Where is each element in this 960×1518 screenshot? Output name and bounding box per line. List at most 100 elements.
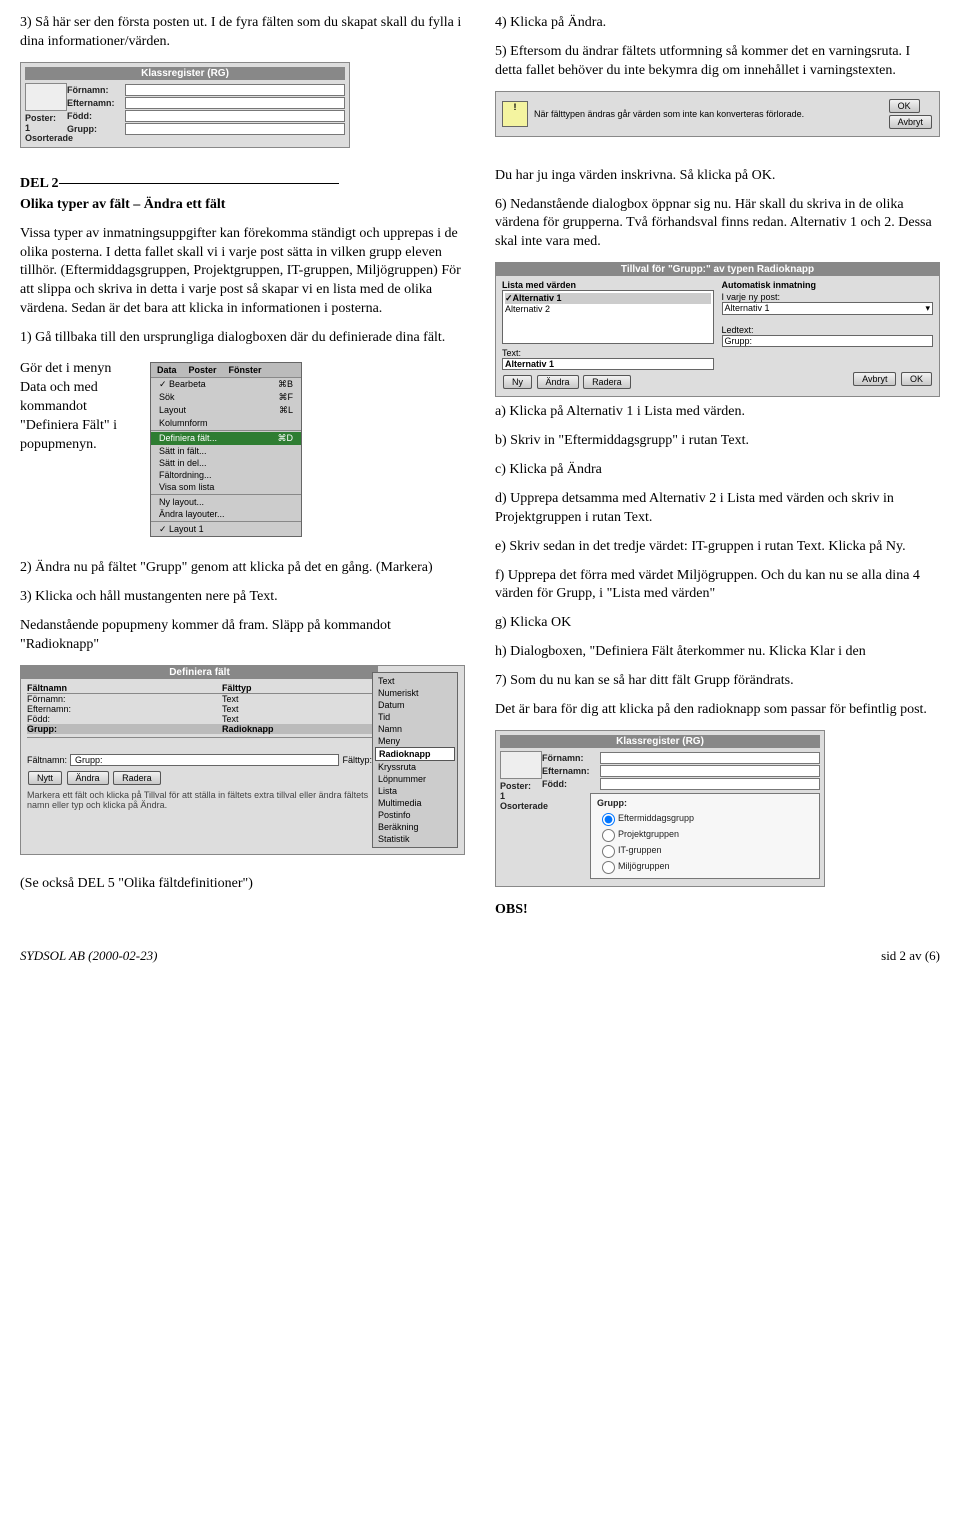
klassregister-screenshot-1: Klassregister (RG) Poster: 1 Osorterade … [20,62,350,148]
ok-button-2[interactable]: OK [901,372,932,386]
field2-efternamn-input[interactable] [600,765,820,777]
popup-meny[interactable]: Meny [375,735,455,747]
popup-postinfo[interactable]: Postinfo [375,809,455,821]
menu-tab-data[interactable]: Data [151,363,183,377]
warning-icon: ! [502,101,528,127]
ledtext-label: Ledtext: [722,325,934,335]
poster-value-2: 1 [500,791,542,801]
field2-efternamn-label: Efternamn: [542,766,600,776]
poster-label-2: Poster: [500,781,542,791]
radio-miljo[interactable]: Miljögruppen [597,858,813,874]
step-1-text: 1) Gå tillbaka till den ursprungliga dia… [20,329,465,348]
col-faltnamn: Fältnamn [27,683,222,693]
step-6-text: 6) Nedanstående dialogbox öppnar sig nu.… [495,196,940,253]
popup-kryssruta[interactable]: Kryssruta [375,761,455,773]
popup-lopnummer[interactable]: Löpnummer [375,773,455,785]
step-popup-text: Nedanstående popupmeny kommer då fram. S… [20,617,465,655]
window-title: Klassregister (RG) [25,67,345,80]
step-3-text: 3) Så här ser den första posten ut. I de… [20,14,465,52]
menu-item-bearbeta[interactable]: ✓ Bearbeta⌘B [151,378,301,391]
radera-button-2[interactable]: Radera [583,375,631,389]
sort-status-2: Osorterade [500,801,542,811]
radio-projekt[interactable]: Projektgruppen [597,826,813,842]
field-fornamn-input[interactable] [125,84,345,96]
field2-fornamn-input[interactable] [600,752,820,764]
avbryt-button-2[interactable]: Avbryt [853,372,896,386]
definiera-falt-dialog: Definiera fält Fältnamn Fälttyp Förnamn:… [20,665,465,855]
step-b-text: b) Skriv in "Eftermiddagsgrupp" i rutan … [495,432,940,451]
falttyp-popup: Text Numeriskt Datum Tid Namn Meny Radio… [372,672,458,848]
step-5-text: 5) Eftersom du ändrar fältets utformning… [495,43,940,81]
field2-fodd-input[interactable] [600,778,820,790]
del2-intro: Vissa typer av inmatningsuppgifter kan f… [20,225,465,319]
radio-it[interactable]: IT-gruppen [597,842,813,858]
ok-button[interactable]: OK [889,99,920,113]
step-3b-text: 3) Klicka och håll mustangenten nere på … [20,588,465,607]
popup-namn[interactable]: Namn [375,723,455,735]
popup-radioknapp[interactable]: Radioknapp [375,747,455,761]
popup-statistik[interactable]: Statistik [375,833,455,845]
menu-item-ny-layout[interactable]: Ny layout... [151,496,301,508]
menu-item-andra-layouter[interactable]: Ändra layouter... [151,508,301,520]
menu-tab-fonster[interactable]: Fönster [223,363,268,377]
menu-instruction: Gör det i menyn Data och med kommandot "… [20,360,140,531]
tillval-dialog: Tillval för "Grupp:" av typen Radioknapp… [495,262,940,397]
step-d-text: d) Upprepa detsamma med Alternativ 2 i L… [495,490,940,528]
lista-listbox[interactable]: ✓Alternativ 1 Alternativ 2 [502,290,714,344]
menu-item-satt-in-del[interactable]: Sätt in del... [151,457,301,469]
avbryt-button[interactable]: Avbryt [889,115,932,129]
del2-heading: DEL 2 [20,176,465,192]
popup-numeriskt[interactable]: Numeriskt [375,687,455,699]
row-fornamn[interactable]: Förnamn:Text [27,694,372,704]
step-4-text: 4) Klicka på Ändra. [495,14,940,33]
popup-lista[interactable]: Lista [375,785,455,797]
warning-message: När fälttypen ändras går värden som inte… [534,109,888,119]
row-grupp-selected[interactable]: Grupp:Radioknapp [27,724,372,734]
dialog-title: Definiera fält [21,666,378,679]
menu-item-layout1[interactable]: ✓ Layout 1 [151,523,301,536]
menu-item-sok[interactable]: Sök⌘F [151,391,301,404]
nytt-button[interactable]: Nytt [28,771,62,785]
grupp-label-2: Grupp: [597,798,813,808]
text-input[interactable]: Alternativ 1 [502,358,714,370]
tillval-title: Tillval för "Grupp:" av typen Radioknapp [496,263,939,276]
popup-tid[interactable]: Tid [375,711,455,723]
footer-right: sid 2 av (6) [881,948,940,964]
field-fodd-label: Född: [67,111,125,121]
field-fornamn-label: Förnamn: [67,85,125,95]
step-e-text: e) Skriv sedan in det tredje värdet: IT-… [495,538,940,557]
menu-item-visa-lista[interactable]: Visa som lista [151,481,301,493]
menu-item-satt-in-falt[interactable]: Sätt in fält... [151,445,301,457]
menu-tab-poster[interactable]: Poster [183,363,223,377]
andra-button-2[interactable]: Ändra [537,375,579,389]
grupp-radio-box: Grupp: Eftermiddagsgrupp Projektgruppen … [590,793,820,879]
popup-berakning[interactable]: Beräkning [375,821,455,833]
faltnamn-input[interactable]: Grupp: [70,754,339,766]
see-also-del5: (Se också DEL 5 "Olika fältdefinitioner"… [20,875,465,894]
field-efternamn-input[interactable] [125,97,345,109]
row-fodd[interactable]: Född:Text [27,714,372,724]
menu-item-faltordning[interactable]: Fältordning... [151,469,301,481]
menu-item-definiera-falt[interactable]: Definiera fält...⌘D [151,432,301,445]
andra-button[interactable]: Ändra [67,771,109,785]
menu-item-layout[interactable]: Layout⌘L [151,404,301,417]
step-2-text: 2) Ändra nu på fältet "Grupp" genom att … [20,559,465,578]
ivarje-select[interactable]: Alternativ 1▾ [722,302,934,315]
field-fodd-input[interactable] [125,110,345,122]
radio-eftermiddag[interactable]: Eftermiddagsgrupp [597,810,813,826]
faltnamn-label: Fältnamn: [27,755,67,765]
dialog-hint: Markera ett fält och klicka på Tillval f… [27,790,372,810]
step-c-text: c) Klicka på Ändra [495,461,940,480]
ledtext-input[interactable]: Grupp: [722,335,934,347]
row-efternamn[interactable]: Efternamn:Text [27,704,372,714]
radera-button[interactable]: Radera [113,771,161,785]
del2-subheading: Olika typer av fält – Ändra ett fält [20,196,465,215]
popup-multimedia[interactable]: Multimedia [375,797,455,809]
popup-datum[interactable]: Datum [375,699,455,711]
menu-item-kolumnform[interactable]: Kolumnform [151,417,301,429]
ny-button[interactable]: Ny [503,375,532,389]
step-f-text: f) Upprepa det förra med värdet Miljögru… [495,567,940,605]
field-grupp-input[interactable] [125,123,345,135]
field-grupp-label: Grupp: [67,124,125,134]
popup-text[interactable]: Text [375,675,455,687]
